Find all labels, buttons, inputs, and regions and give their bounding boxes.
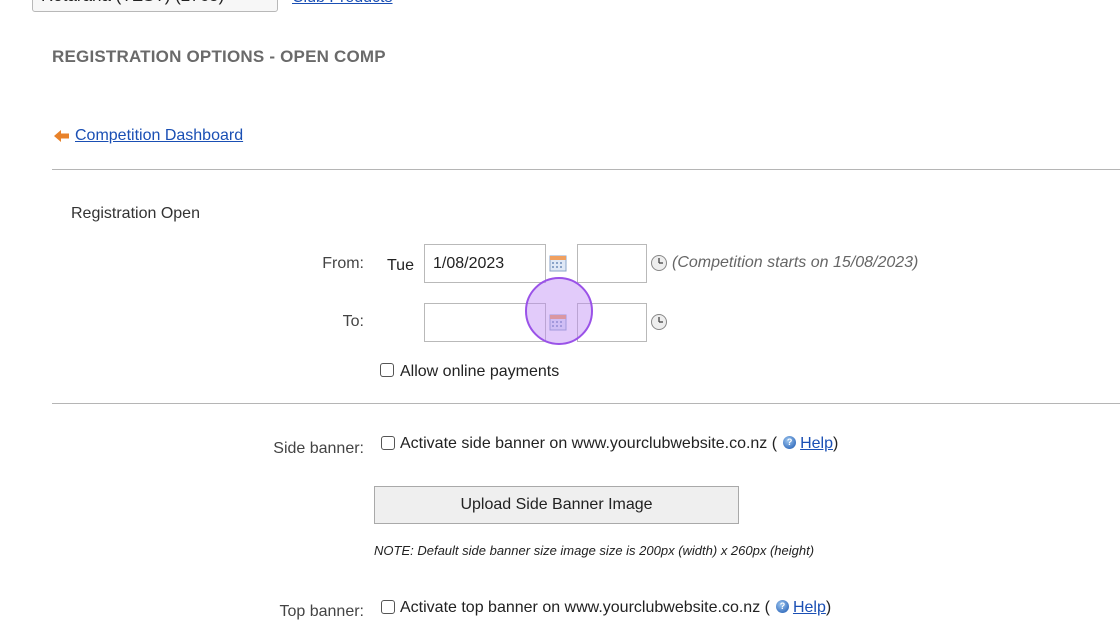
arrow-left-icon [54, 130, 69, 142]
top-banner-text: Activate top banner on www.yourclubwebsi… [400, 599, 770, 616]
calendar-icon[interactable] [549, 254, 567, 272]
clock-icon[interactable] [650, 254, 668, 272]
close-paren: ) [832, 435, 839, 452]
clock-icon[interactable] [650, 313, 668, 331]
club-products-link[interactable]: Club Products [292, 0, 393, 8]
side-banner-note: NOTE: Default side banner size image siz… [374, 543, 815, 558]
side-banner-help-link[interactable]: Help [800, 435, 833, 452]
side-banner-checkbox-label: Activate side banner on www.yourclubwebs… [400, 435, 838, 453]
help-icon [783, 435, 797, 450]
to-label: To: [342, 313, 364, 330]
to-date-input[interactable] [424, 303, 546, 342]
side-banner-text: Activate side banner on www.yourclubwebs… [400, 435, 778, 452]
from-time-input[interactable] [577, 244, 647, 283]
from-label: From: [322, 255, 364, 272]
top-banner-help-link[interactable]: Help [793, 599, 826, 616]
close-paren: ) [825, 599, 832, 616]
upload-side-banner-button[interactable]: Upload Side Banner Image [374, 486, 739, 524]
side-banner-checkbox[interactable] [381, 436, 395, 450]
top-banner-checkbox[interactable] [381, 600, 395, 614]
page-title: REGISTRATION OPTIONS - OPEN COMP [52, 47, 386, 66]
side-banner-label: Side banner: [273, 440, 364, 457]
back-link-row: Competition Dashboard [54, 127, 243, 145]
club-select[interactable]: Rotarana (TEST) (2765) [32, 0, 278, 12]
registration-options-page: Rotarana (TEST) (2765) Club Products REG… [0, 0, 1120, 626]
divider [52, 169, 1120, 170]
allow-online-payments-label: Allow online payments [400, 363, 560, 380]
calendar-icon[interactable] [549, 313, 567, 331]
help-icon [775, 599, 789, 614]
registration-open-label: Registration Open [71, 205, 200, 222]
to-time-input[interactable] [577, 303, 647, 342]
from-date-input[interactable] [424, 244, 546, 283]
competition-starts-note: (Competition starts on 15/08/2023) [672, 254, 919, 271]
top-banner-label: Top banner: [279, 603, 364, 620]
divider [52, 403, 1120, 404]
allow-online-payments-checkbox[interactable] [380, 363, 394, 377]
top-banner-checkbox-label: Activate top banner on www.yourclubwebsi… [400, 599, 831, 617]
from-day: Tue [387, 257, 414, 274]
competition-dashboard-link[interactable]: Competition Dashboard [75, 127, 243, 145]
